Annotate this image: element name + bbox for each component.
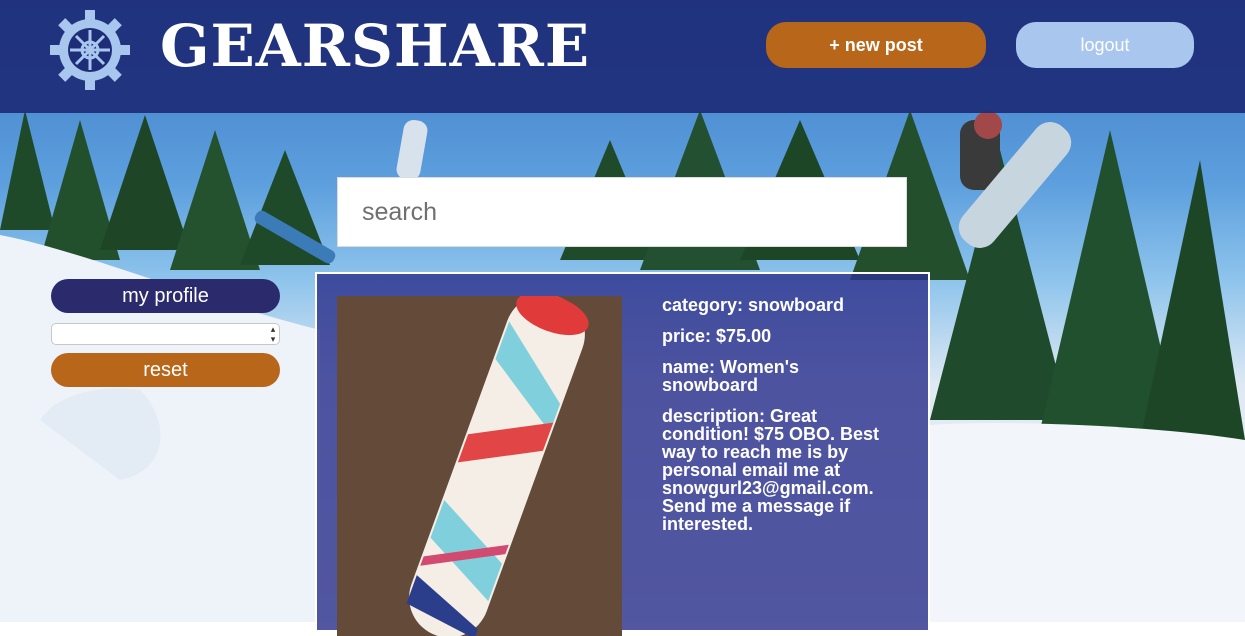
search-input[interactable] — [337, 177, 907, 247]
gear-icon[interactable] — [50, 10, 130, 90]
listing-description: description: Great condition! $75 OBO. B… — [662, 407, 892, 533]
logout-button[interactable]: logout — [1016, 22, 1194, 68]
description-label: description: — [662, 406, 766, 426]
category-value: snowboard — [748, 295, 845, 315]
reset-button[interactable]: reset — [51, 353, 280, 387]
listing-name: name: Women's snowboard — [662, 358, 892, 394]
listing-card[interactable]: category: snowboard price: $75.00 name: … — [315, 272, 930, 636]
price-label: price: — [662, 326, 712, 346]
listing-details: category: snowboard price: $75.00 name: … — [662, 296, 892, 546]
listing-category: category: snowboard — [662, 296, 892, 314]
new-post-button[interactable]: + new post — [766, 22, 986, 68]
select-arrows-icon: ▴ ▾ — [270, 324, 276, 344]
name-label: name: — [662, 357, 716, 377]
category-filter-select[interactable] — [51, 323, 280, 345]
header-bar: GEARSHARE + new post logout — [0, 0, 1245, 113]
category-label: category: — [662, 295, 744, 315]
description-value: Great condition! $75 OBO. Best way to re… — [662, 406, 880, 534]
my-profile-button[interactable]: my profile — [51, 279, 280, 313]
brand-title: GEARSHARE — [160, 12, 591, 80]
listing-price: price: $75.00 — [662, 327, 892, 345]
price-value: $75.00 — [716, 326, 772, 346]
listing-photo[interactable] — [337, 296, 622, 636]
